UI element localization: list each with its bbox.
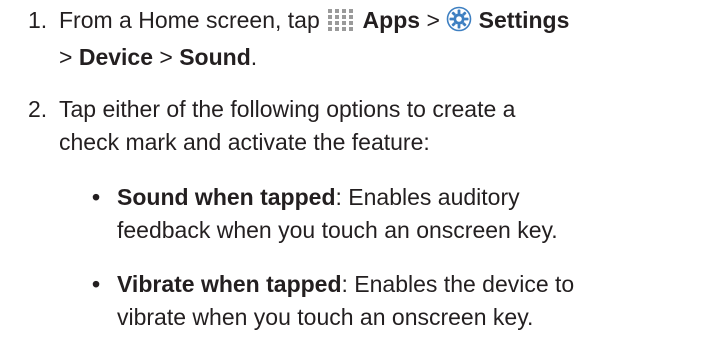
bullet-line-2: vibrate when you touch an onscreen key. xyxy=(117,304,534,330)
apps-label: Apps xyxy=(362,7,421,33)
bullet-line-1: Vibrate when tapped: Enables the device … xyxy=(117,268,692,301)
device-label: Device xyxy=(78,44,153,70)
bullet-line-2: feedback when you touch an onscreen key. xyxy=(117,217,558,243)
step-number: 2. xyxy=(28,96,48,122)
bullet-marker: • xyxy=(92,184,101,210)
bullet-vibrate-when-tapped: • Vibrate when tapped: Enables the devic… xyxy=(92,268,692,334)
sound-label: Sound xyxy=(179,44,251,70)
settings-gear-icon xyxy=(446,6,472,41)
apps-grid-icon xyxy=(326,8,356,41)
option-description: : Enables auditory xyxy=(335,184,520,210)
step-2-line-1: Tap either of the following options to c… xyxy=(59,96,516,122)
option-term: Sound when tapped xyxy=(117,184,336,210)
step-2-line-2: check mark and activate the feature: xyxy=(59,129,430,155)
bullet-sound-when-tapped: • Sound when tapped: Enables auditory fe… xyxy=(92,181,692,247)
step-text: From a Home screen, tap xyxy=(59,7,320,33)
step-2: 2. Tap either of the following options t… xyxy=(28,93,698,159)
separator: > xyxy=(159,44,173,70)
period: . xyxy=(250,44,258,70)
step-1: 1. From a Home screen, tap Apps > Settin… xyxy=(28,4,698,74)
separator: > xyxy=(426,7,440,33)
option-term: Vibrate when tapped xyxy=(117,271,342,297)
bullet-marker: • xyxy=(92,271,101,297)
settings-label: Settings xyxy=(478,7,570,33)
step-1-line-2: > Device > Sound. xyxy=(59,41,698,74)
step-number: 1. xyxy=(28,7,48,33)
instructions-document: 1. From a Home screen, tap Apps > Settin… xyxy=(0,0,705,352)
separator: > xyxy=(59,44,73,70)
step-1-line-1: From a Home screen, tap Apps > Settings xyxy=(59,4,698,41)
option-description: : Enables the device to xyxy=(341,271,575,297)
bullet-line-1: Sound when tapped: Enables auditory xyxy=(117,181,692,214)
